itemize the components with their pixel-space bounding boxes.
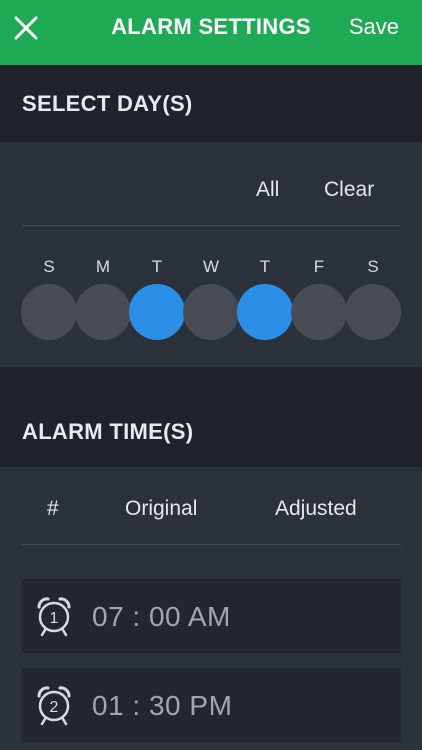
select-days-heading: SELECT DAY(S) [22, 91, 193, 116]
alarm-row-1[interactable]: 1 07 : 00 AM [22, 579, 401, 653]
day-label-wednesday: W [202, 257, 220, 276]
alarm-number-1: 1 [50, 610, 59, 627]
day-label-tuesday: T [151, 257, 163, 276]
alarm-times-header: ALARM TIME(S) [0, 367, 422, 467]
day-toggle-wednesday[interactable] [183, 284, 239, 340]
days-divider [22, 225, 401, 226]
day-label-saturday: S [367, 257, 379, 276]
select-days-header: SELECT DAY(S) [0, 65, 422, 142]
column-header-original: Original [125, 497, 198, 520]
column-header-adjusted: Adjusted [275, 497, 357, 520]
day-label-sunday: S [43, 257, 55, 276]
header-bar: ALARM SETTINGS Save [0, 0, 422, 65]
day-label-monday: M [95, 257, 111, 276]
alarm-clock-icon: 2 [37, 686, 71, 726]
save-button[interactable]: Save [349, 14, 399, 40]
column-header-number: # [47, 497, 59, 520]
day-toggle-saturday[interactable] [345, 284, 401, 340]
clear-days-button[interactable]: Clear [324, 178, 374, 202]
alarm-times-panel: # Original Adjusted 1 07 : 00 AM 2 01 : … [0, 467, 422, 750]
alarm-times-heading: ALARM TIME(S) [22, 419, 194, 444]
day-toggle-tuesday[interactable] [129, 284, 185, 340]
alarm-clock-icon: 1 [37, 597, 71, 637]
alarm-time-2: 01 : 30 PM [92, 690, 233, 721]
day-label-friday: F [313, 257, 325, 276]
day-toggle-sunday[interactable] [21, 284, 77, 340]
day-toggle-monday[interactable] [75, 284, 131, 340]
select-all-button[interactable]: All [256, 178, 279, 202]
day-label-thursday: T [259, 257, 271, 276]
day-toggle-friday[interactable] [291, 284, 347, 340]
days-panel: All Clear S M T W T F S [0, 142, 422, 367]
day-toggle-thursday[interactable] [237, 284, 293, 340]
alarm-number-2: 2 [50, 699, 59, 716]
alarm-row-2[interactable]: 2 01 : 30 PM [22, 668, 401, 742]
columns-divider [22, 544, 401, 545]
alarm-time-1: 07 : 00 AM [92, 601, 231, 632]
